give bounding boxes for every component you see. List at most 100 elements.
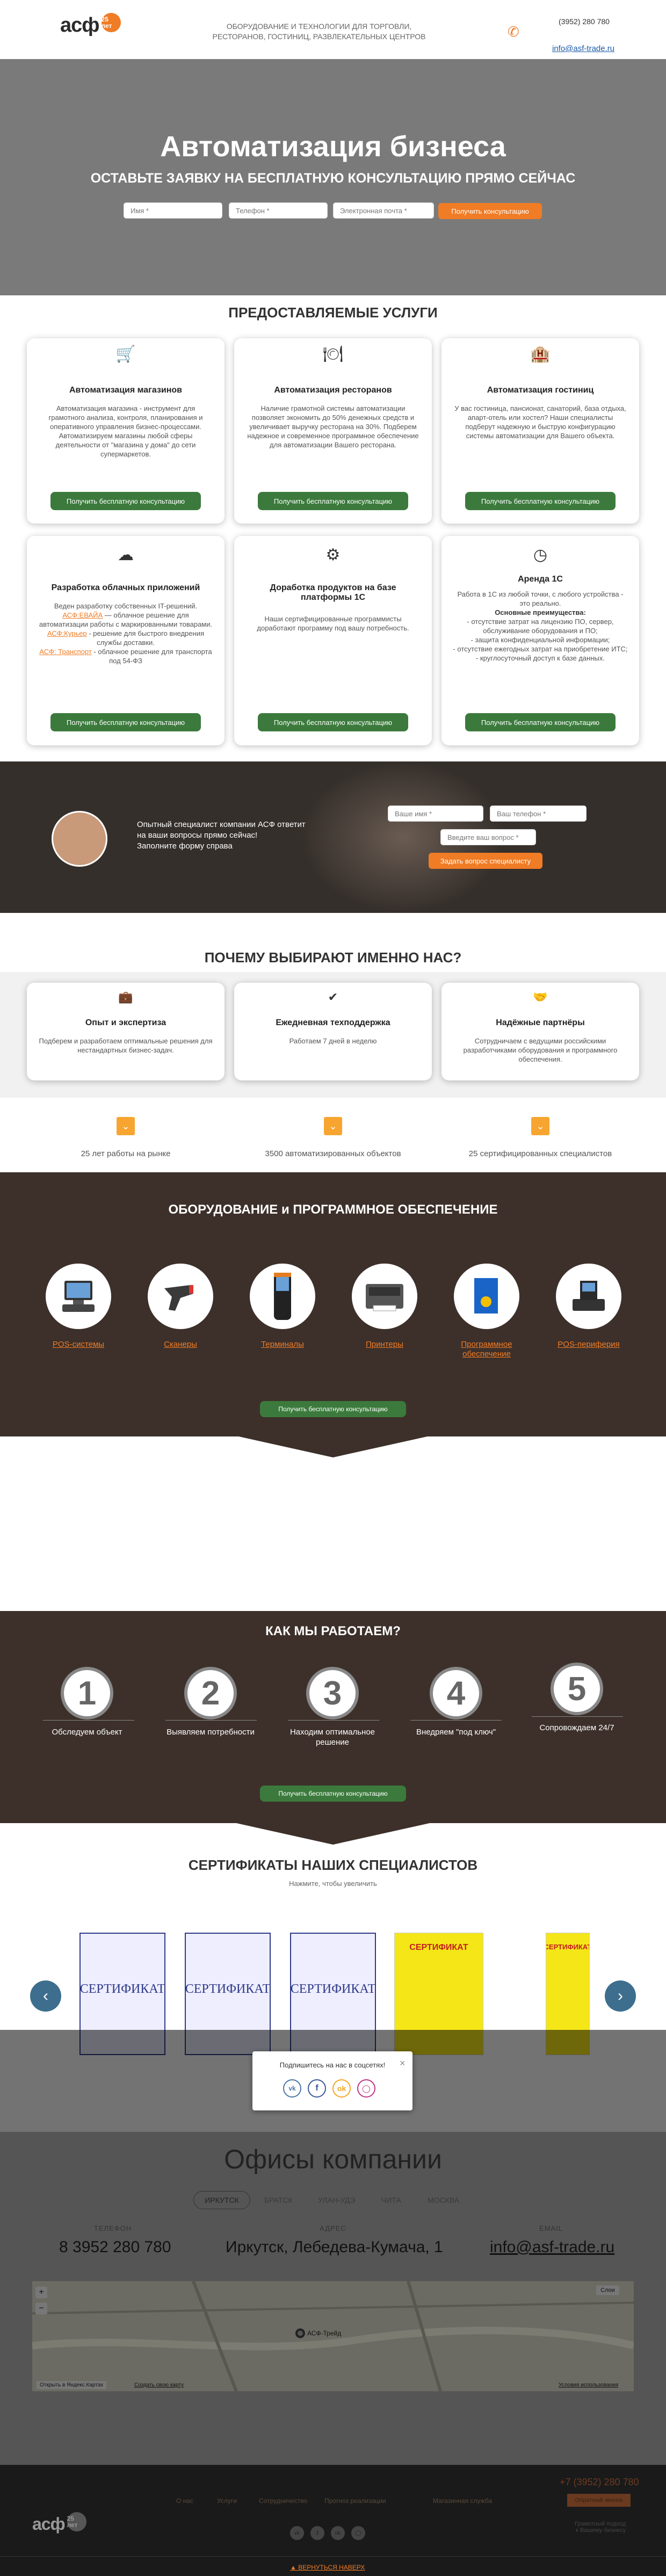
how-consult-button[interactable]: Получить бесплатную консультацию [260, 1786, 406, 1802]
card-text: Наши сертифицированные программисты дора… [257, 615, 409, 632]
tab-irkutsk[interactable]: ИРКУТСК [193, 2191, 250, 2209]
chevron-right-icon: › [618, 1987, 623, 2005]
vk-icon[interactable]: vk [283, 2079, 301, 2098]
instagram-icon[interactable]: ◯ [357, 2079, 375, 2098]
hero-name-input[interactable]: Имя * [124, 202, 222, 219]
footer-link-services[interactable]: Услуги [217, 2497, 237, 2505]
office-email[interactable]: info@asf-trade.ru [490, 2238, 614, 2256]
consult-submit-button[interactable]: Задать вопрос специалисту [429, 853, 542, 869]
office-map[interactable]: АСФ-Трейд + − Слои Открыть в Яндекс.Карт… [32, 2281, 634, 2391]
consult-phone-input[interactable]: Ваш телефон * [490, 806, 587, 822]
why-title: ПОЧЕМУ ВЫБИРАЮТ ИМЕННО НАС? [204, 949, 462, 966]
map-pin-icon[interactable] [295, 2328, 305, 2338]
partners-icon: 🤝 [533, 990, 548, 1004]
card-consult-button[interactable]: Получить бесплатную консультацию [50, 492, 201, 510]
tab-ulan-ude[interactable]: УЛАН-УДЭ [318, 2196, 356, 2204]
tab-moscow[interactable]: МОСКВА [428, 2196, 459, 2204]
close-icon[interactable]: × [400, 2058, 406, 2069]
consult-question-input[interactable]: Введите ваш вопрос * [440, 829, 536, 845]
pos-terminal-icon[interactable] [46, 1264, 111, 1329]
consult-name-input[interactable]: Ваше имя * [388, 806, 483, 822]
equipment-link-scanners[interactable]: Сканеры [140, 1340, 221, 1349]
footer-link-store-service[interactable]: Магазинная служба [433, 2497, 492, 2505]
card-consult-button[interactable]: Получить бесплатную консультацию [465, 492, 616, 510]
footer-link-cooperation[interactable]: Сотрудничество [259, 2497, 307, 2505]
step-label-2: Выявляем потребности [166, 1728, 255, 1737]
footer-link-about[interactable]: О нас [176, 2497, 193, 2505]
map-open-yandex-link[interactable]: Открыть в Яндекс.Картах [37, 2381, 107, 2389]
zoom-out-button[interactable]: − [35, 2303, 47, 2314]
logo-badge: 25 лет [101, 12, 121, 32]
hero-subtitle: ОСТАВЬТЕ ЗАЯВКУ НА БЕСПЛАТНУЮ КОНСУЛЬТАЦ… [90, 171, 576, 186]
tab-chita[interactable]: ЧИТА [381, 2196, 401, 2204]
office-phone[interactable]: 8 3952 280 780 [59, 2238, 171, 2256]
back-to-top-link[interactable]: ▲ ВЕРНУТЬСЯ НАВЕРХ [290, 2564, 365, 2571]
map-layers-button[interactable]: Слои [596, 2285, 619, 2295]
equipment-link-pos[interactable]: POS-системы [38, 1340, 119, 1349]
data-terminal-icon[interactable] [250, 1264, 315, 1329]
offices-title: Офисы компании [224, 2144, 442, 2174]
equipment-link-printers[interactable]: Принтеры [344, 1340, 425, 1349]
footer-facebook-icon[interactable]: f [310, 2526, 324, 2540]
step-divider [532, 1716, 623, 1717]
footer-odnoklassniki-icon[interactable]: ok [331, 2526, 345, 2540]
services-title: ПРЕДОСТАВЛЯЕМЫЕ УСЛУГИ [228, 304, 438, 321]
equipment-link-software[interactable]: Программное обеспечение [446, 1340, 527, 1359]
card-title: Аренда 1С [518, 575, 563, 584]
equipment-link-terminals[interactable]: Терминалы [242, 1340, 323, 1349]
scanner-icon[interactable] [148, 1264, 213, 1329]
tab-bratsk[interactable]: БРАТСК [264, 2196, 293, 2204]
footer-phone[interactable]: +7 (3952) 280 780 [560, 2477, 639, 2488]
equipment-title: ОБОРУДОВАНИЕ и ПРОГРАММНОЕ ОБЕСПЕЧЕНИЕ [168, 1202, 498, 1217]
social-popup: Подпишитесь на нас в соцсетях! × vk f ok… [252, 2051, 412, 2110]
step-divider [43, 1720, 134, 1721]
carousel-next-button[interactable]: › [605, 1980, 636, 2012]
card-consult-button[interactable]: Получить бесплатную консультацию [50, 713, 201, 731]
link-asf-evaya[interactable]: АСФ:ЕВАЙА [62, 611, 103, 619]
how-arrow [236, 1823, 430, 1845]
chevron-down-icon: ⌄ [117, 1117, 135, 1135]
card-consult-button[interactable]: Получить бесплатную консультацию [465, 713, 616, 731]
zoom-in-button[interactable]: + [35, 2287, 47, 2298]
hero-email-input[interactable]: Электронная почта * [333, 202, 434, 219]
odnoklassniki-icon[interactable]: ok [332, 2079, 351, 2098]
equipment-consult-button[interactable]: Получить бесплатную консультацию [260, 1401, 406, 1417]
card-consult-button[interactable]: Получить бесплатную консультацию [258, 713, 408, 731]
service-card-hotels: 🏨 Автоматизация гостиниц У вас гостиница… [441, 338, 639, 524]
footer-instagram-icon[interactable]: ◯ [351, 2526, 365, 2540]
link-asf-courier[interactable]: АСФ:Курьер [47, 629, 87, 637]
hero-consult-button[interactable]: Получить консультацию [438, 203, 542, 219]
carousel-prev-button[interactable]: ‹ [30, 1980, 61, 2012]
step-number-4: 4 [430, 1667, 482, 1719]
card-text: Работа в 1С из любой точки, с любого уст… [452, 590, 628, 663]
printer-icon[interactable] [352, 1264, 417, 1329]
header-tagline: ОБОРУДОВАНИЕ И ТЕХНОЛОГИИ ДЛЯ ТОРГОВЛИ, … [196, 21, 443, 42]
pos-peripheral-icon[interactable] [556, 1264, 621, 1329]
gears-icon: ⚙ [325, 546, 341, 564]
hero-phone-input[interactable]: Телефон * [229, 202, 328, 219]
cloud-desc-3: - облачное решение для транспорта под 54… [91, 648, 212, 665]
specialist-avatar [52, 811, 107, 867]
header-email[interactable]: info@asf-trade.ru [552, 44, 614, 53]
footer-link-forecast[interactable]: Прогноз реализации [324, 2497, 386, 2505]
rent-intro: Работа в 1С из любой точки, с любого уст… [457, 590, 624, 607]
map-create-link[interactable]: Создать свою карту [134, 2382, 184, 2388]
software-box-icon[interactable] [454, 1264, 519, 1329]
card-title: Доработка продуктов на базе платформы 1С [270, 583, 396, 602]
link-asf-transport[interactable]: АСФ: Транспорт [39, 648, 91, 656]
callback-button[interactable]: Обратный звонок [567, 2494, 631, 2507]
facebook-icon[interactable]: f [308, 2079, 326, 2098]
card-text: У вас гостиница, пансионат, санаторий, б… [454, 404, 626, 440]
map-terms-link[interactable]: Условия использования [559, 2382, 618, 2388]
step-divider [410, 1720, 502, 1721]
step-label-3: Находим оптимальное решение [289, 1728, 375, 1747]
header-phone[interactable]: (3952) 280 780 [559, 17, 610, 26]
footer-vk-icon[interactable]: vk [290, 2526, 304, 2540]
footer-logo[interactable]: асф 25 лет [32, 2512, 86, 2534]
consult-section: Опытный специалист компании АСФ ответит … [0, 761, 666, 913]
card-consult-button[interactable]: Получить бесплатную консультацию [258, 492, 408, 510]
consult-text-line: на ваши вопросы прямо сейчас! [137, 831, 258, 840]
stat-years: 25 лет работы на рынке [81, 1149, 171, 1158]
equipment-link-peripheral[interactable]: POS-периферия [548, 1340, 629, 1349]
logo[interactable]: асф 25 лет [60, 12, 121, 37]
